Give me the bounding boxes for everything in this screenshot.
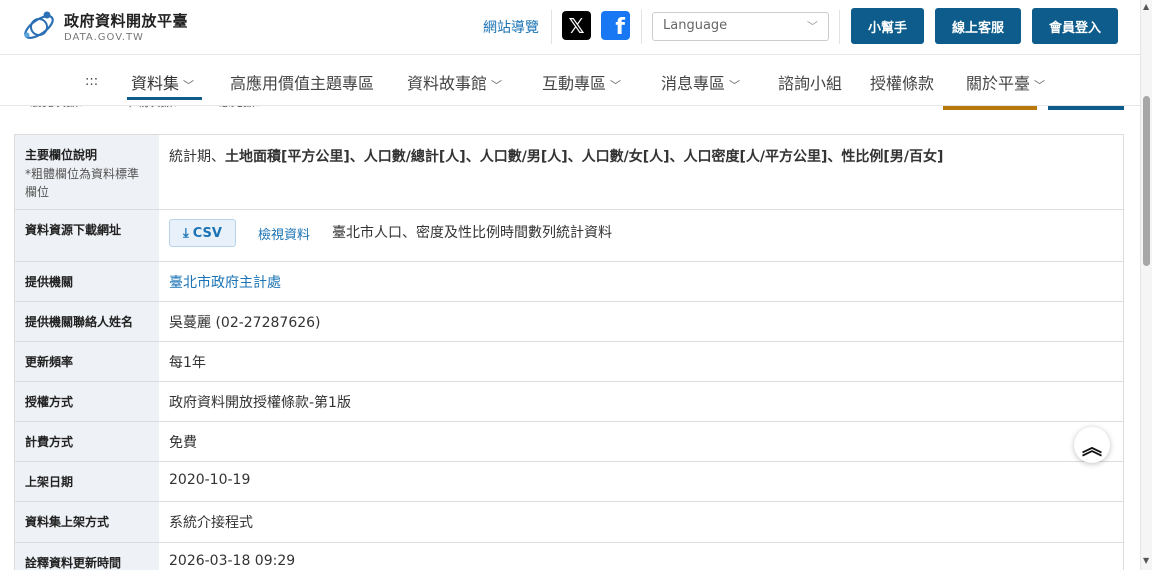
nav-item-about[interactable]: 關於平臺 ﹀ (966, 70, 1045, 94)
nav-item-label: 互動專區 (542, 74, 607, 93)
chevron-down-icon: ﹀ (807, 20, 818, 33)
view-data-link[interactable]: 檢視資料 (258, 224, 310, 243)
field-list-plain: 統計期、 (169, 149, 225, 165)
nav-item-label: 授權條款 (870, 74, 935, 93)
chevron-down-icon: ﹀ (491, 79, 503, 92)
row-value: 臺北市政府主計處 (159, 262, 1123, 301)
row-label: 主要欄位說明 *粗體欄位為資料標準欄位 (15, 135, 159, 209)
table-row: 提供機關 臺北市政府主計處 (14, 262, 1124, 302)
menu-grid-icon[interactable]: ::: (85, 74, 98, 89)
csv-label: CSV (192, 225, 222, 241)
row-value: ⤓ CSV 檢視資料 臺北市人口、密度及性比例時間數列統計資料 (159, 210, 1123, 261)
page-scrollbar[interactable]: ▲ ▼ (1140, 0, 1152, 570)
nav-item-label: 高應用價值主題專區 (230, 74, 375, 93)
row-label: 資料集上架方式 (15, 502, 159, 542)
scroll-up-arrow-icon[interactable]: ▲ (1143, 2, 1149, 11)
nav-item-data-stories[interactable]: 資料故事館 ﹀ (407, 70, 502, 94)
table-row: 計費方式 免費 (14, 422, 1124, 462)
online-support-button[interactable]: 線上客服 (935, 8, 1021, 44)
row-value: 吳蔓麗 (02-27287626) (169, 315, 321, 331)
divider (641, 10, 642, 44)
logo-subtitle: DATA.GOV.TW (64, 31, 144, 43)
nav-item-interactive[interactable]: 互動專區 ﹀ (542, 70, 621, 94)
site-map-link[interactable]: 網站導覽 (483, 17, 539, 37)
facebook-icon[interactable]: f (601, 11, 630, 40)
dataset-info-table: 主要欄位說明 *粗體欄位為資料標準欄位 統計期、土地面積[平方公里]、人口數/總… (14, 134, 1124, 570)
field-list-standard: 土地面積[平方公里]、人口數/總計[人]、人口數/男[人]、人口數/女[人]、人… (225, 149, 944, 165)
download-icon: ⤓ (183, 225, 189, 241)
row-label-note: *粗體欄位為資料標準欄位 (25, 167, 140, 199)
provider-agency-link[interactable]: 臺北市政府主計處 (169, 272, 281, 292)
language-select-value: Language (663, 18, 728, 33)
chevron-down-icon: ﹀ (1034, 79, 1046, 92)
nav-item-label: 消息專區 (661, 74, 726, 93)
table-row: 資料集上架方式 系統介接程式 (14, 502, 1124, 543)
row-label: 上架日期 (15, 462, 159, 501)
row-label: 授權方式 (15, 382, 159, 421)
scrollbar-thumb[interactable] (1143, 96, 1150, 266)
nav-item-license[interactable]: 授權條款 (870, 70, 934, 94)
row-label: 資料資源下載網址 (15, 210, 159, 261)
row-label: 提供機關 (15, 262, 159, 301)
row-label: 提供機關聯絡人姓名 (15, 302, 159, 341)
row-label-text: 主要欄位說明 (25, 148, 98, 162)
double-chevron-up-icon: ︽ (1082, 434, 1102, 459)
table-row: 上架日期 2020-10-19 (14, 462, 1124, 502)
row-value: 免費 (169, 435, 197, 451)
page: 政府資料開放平臺 DATA.GOV.TW 網站導覽 𝕏 f Language ﹀… (0, 0, 1152, 570)
site-header: 政府資料開放平臺 DATA.GOV.TW 網站導覽 𝕏 f Language ﹀… (0, 0, 1140, 54)
row-label: 詮釋資料更新時間 (15, 543, 159, 570)
chevron-down-icon: ﹀ (729, 79, 741, 92)
row-label: 更新頻率 (15, 342, 159, 381)
x-twitter-icon[interactable]: 𝕏 (562, 11, 591, 40)
logo-title: 政府資料開放平臺 (64, 11, 189, 30)
row-value: 政府資料開放授權條款-第1版 (169, 395, 351, 411)
row-value: 系統介接程式 (169, 515, 253, 531)
nav-item-label: 資料故事館 (407, 74, 488, 93)
member-login-button[interactable]: 會員登入 (1032, 8, 1118, 44)
resource-name: 臺北市人口、密度及性比例時間數列統計資料 (331, 225, 612, 241)
chevron-down-icon: ﹀ (610, 79, 622, 92)
nav-active-indicator (127, 97, 202, 100)
chevron-down-icon: ﹀ (183, 79, 195, 92)
row-value: 每1年 (169, 355, 206, 371)
nav-item-label: 資料集 (131, 74, 180, 93)
row-value: 統計期、土地面積[平方公里]、人口數/總計[人]、人口數/男[人]、人口數/女[… (159, 135, 1123, 209)
row-value: 2026-03-18 09:29 (169, 553, 296, 569)
logo-mark-icon (20, 8, 58, 44)
nav-item-news[interactable]: 消息專區 ﹀ (661, 70, 740, 94)
download-csv-button[interactable]: ⤓ CSV (169, 219, 236, 247)
table-row: 主要欄位說明 *粗體欄位為資料標準欄位 統計期、土地面積[平方公里]、人口數/總… (14, 134, 1124, 210)
language-select[interactable]: Language ﹀ (652, 12, 829, 41)
back-to-top-button[interactable]: ︽ (1074, 427, 1110, 463)
nav-item-advisory[interactable]: 諮詢小組 (778, 70, 842, 94)
table-row: 詮釋資料更新時間 2026-03-18 09:29 (14, 543, 1124, 570)
divider (839, 10, 840, 44)
table-row: 授權方式 政府資料開放授權條款-第1版 (14, 382, 1124, 422)
nav-item-label: 關於平臺 (966, 74, 1031, 93)
row-label: 計費方式 (15, 422, 159, 461)
table-row: 資料資源下載網址 ⤓ CSV 檢視資料 臺北市人口、密度及性比例時間數列統計資料 (14, 210, 1124, 262)
row-value: 2020-10-19 (169, 472, 251, 488)
nav-item-high-value[interactable]: 高應用價值主題專區 (230, 70, 374, 94)
table-row: 更新頻率 每1年 (14, 342, 1124, 382)
nav-item-label: 諮詢小組 (778, 74, 843, 93)
scroll-down-arrow-icon[interactable]: ▼ (1143, 556, 1149, 565)
nav-item-datasets[interactable]: 資料集 ﹀ (131, 70, 194, 94)
divider (551, 10, 552, 44)
site-logo[interactable]: 政府資料開放平臺 DATA.GOV.TW (20, 8, 188, 44)
table-row: 提供機關聯絡人姓名 吳蔓麗 (02-27287626) (14, 302, 1124, 342)
helper-button[interactable]: 小幫手 (851, 8, 924, 44)
